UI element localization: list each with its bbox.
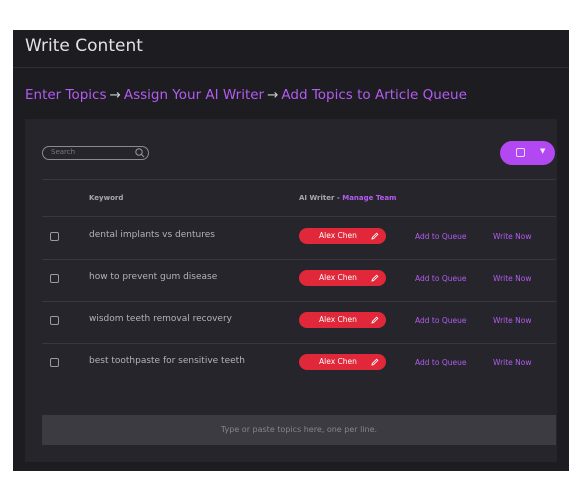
arrow-icon: → <box>109 87 121 103</box>
keyword-text: best toothpaste for sensitive teeth <box>89 356 245 366</box>
title-divider <box>13 67 569 68</box>
arrow-icon: → <box>267 87 279 103</box>
write-content-panel: Write Content Enter Topics → Assign Your A… <box>13 30 569 471</box>
chevron-down-icon: ▼ <box>540 147 546 155</box>
step-assign-writer: Assign Your AI Writer <box>123 87 265 103</box>
write-now-link[interactable]: Write Now <box>493 358 532 367</box>
search-input[interactable]: Search <box>42 146 149 160</box>
bulk-select-dropdown[interactable]: ▼ <box>500 141 555 165</box>
divider <box>42 179 556 180</box>
ai-writer-badge[interactable]: Alex Chen <box>299 354 386 370</box>
write-now-link[interactable]: Write Now <box>493 232 532 241</box>
ai-writer-badge[interactable]: Alex Chen <box>299 270 386 286</box>
writer-name: Alex Chen <box>319 357 357 366</box>
writer-name: Alex Chen <box>319 315 357 324</box>
search-icon <box>135 148 145 158</box>
page-title: Write Content <box>25 36 143 56</box>
keyword-text: how to prevent gum disease <box>89 272 218 282</box>
ai-writer-badge[interactable]: Alex Chen <box>299 312 386 328</box>
row-checkbox[interactable] <box>50 316 59 325</box>
add-to-queue-link[interactable]: Add to Queue <box>415 274 466 283</box>
writer-name: Alex Chen <box>319 273 357 282</box>
row-checkbox[interactable] <box>50 232 59 241</box>
add-to-queue-link[interactable]: Add to Queue <box>415 358 466 367</box>
topics-placeholder: Type or paste topics here, one per line. <box>220 425 378 434</box>
topics-textarea[interactable]: Type or paste topics here, one per line. <box>42 415 556 445</box>
write-now-link[interactable]: Write Now <box>493 316 532 325</box>
topics-card: Search ▼ Keyword AI Writer - Manage Team… <box>25 119 557 462</box>
table-row: how to prevent gum disease Alex Chen Add… <box>42 259 556 301</box>
workflow-steps: Enter Topics → Assign Your AI Writer → Add T… <box>25 87 467 103</box>
table-row: best toothpaste for sensitive teeth Alex… <box>42 343 556 385</box>
column-header-keyword: Keyword <box>89 194 124 202</box>
manage-team-link[interactable]: Manage Team <box>342 194 396 202</box>
writer-name: Alex Chen <box>319 231 357 240</box>
pencil-icon[interactable] <box>370 315 380 325</box>
search-placeholder: Search <box>51 148 76 156</box>
row-checkbox[interactable] <box>50 358 59 367</box>
column-header-writer: AI Writer - Manage Team <box>299 194 396 202</box>
write-now-link[interactable]: Write Now <box>493 274 532 283</box>
keyword-text: wisdom teeth removal recovery <box>89 314 232 324</box>
pencil-icon[interactable] <box>370 357 380 367</box>
writer-header-label: AI Writer - <box>299 194 343 202</box>
step-enter-topics: Enter Topics <box>25 87 107 103</box>
add-to-queue-link[interactable]: Add to Queue <box>415 232 466 241</box>
table-row: dental implants vs dentures Alex Chen Ad… <box>42 217 556 259</box>
table-row: wisdom teeth removal recovery Alex Chen … <box>42 301 556 343</box>
ai-writer-badge[interactable]: Alex Chen <box>299 228 386 244</box>
pencil-icon[interactable] <box>370 273 380 283</box>
add-to-queue-link[interactable]: Add to Queue <box>415 316 466 325</box>
pencil-icon[interactable] <box>370 231 380 241</box>
select-all-checkbox[interactable] <box>516 148 525 157</box>
row-checkbox[interactable] <box>50 274 59 283</box>
step-add-to-queue: Add Topics to Article Queue <box>281 87 467 103</box>
keyword-text: dental implants vs dentures <box>89 230 215 240</box>
